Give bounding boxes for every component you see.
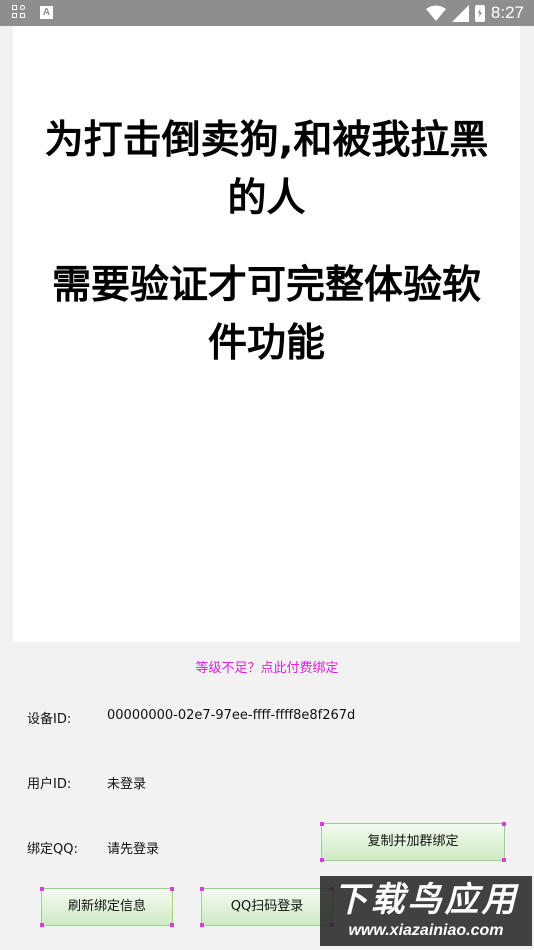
user-id-value: 未登录 [107,777,147,792]
qq-scan-login-button[interactable]: QQ扫码登录 [200,887,334,927]
refresh-button-label: 刷新绑定信息 [67,899,146,914]
notice-card: 为打击倒卖狗,和被我拉黑的人 需要验证才可完整体验软件功能 [13,26,520,642]
status-bar-notifications: A [12,5,53,19]
watermark-title: 下载鸟应用 [333,880,519,920]
device-id-value: 00000000-02e7-97ee-ffff-ffff8e8f267d [107,708,356,723]
bound-qq-value: 请先登录 [107,842,160,857]
status-bar-system: 8:27 [425,3,524,23]
pay-bind-link[interactable]: 等级不足？点此付费绑定 [0,657,534,676]
grid-icon [12,5,26,19]
copy-button-label: 复制并加群绑定 [367,834,459,849]
watermark-logo: 下载鸟应用 www.xiazainiao.com [320,876,532,946]
a-icon: A [40,5,53,19]
copy-and-join-group-button[interactable]: 复制并加群绑定 [320,822,506,862]
battery-charging-icon [474,4,485,22]
status-time: 8:27 [490,3,524,22]
status-bar: A 8:27 [0,0,534,26]
qq-login-button-label: QQ扫码登录 [230,899,304,914]
user-id-label: 用户ID: [27,777,72,792]
notice-line-1: 为打击倒卖狗,和被我拉黑的人 [44,118,489,221]
signal-icon [451,4,469,22]
device-id-label: 设备ID: [27,712,72,727]
watermark-url: www.xiazainiao.com [348,922,504,939]
notice-line-2: 需要验证才可完整体验软件功能 [51,263,481,366]
bound-qq-label: 绑定QQ: [27,842,78,857]
wifi-icon [425,5,446,21]
refresh-binding-button[interactable]: 刷新绑定信息 [40,887,174,927]
